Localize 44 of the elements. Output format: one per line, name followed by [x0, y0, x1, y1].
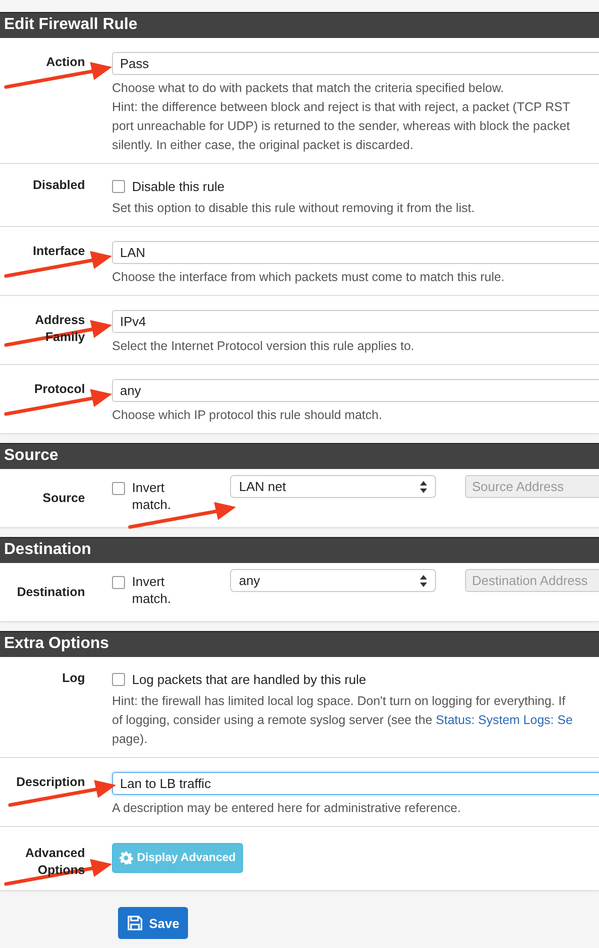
field-label: Source — [42, 490, 85, 507]
help-text: Hint: the firewall has limited local log space. Don't turn on logging for everything. If — [112, 694, 566, 708]
help-text: Hint: the difference between block and reject is that with reject, a packet (TCP RST — [112, 100, 570, 114]
help-text: of logging, consider using a remote syslog server (see the — [112, 713, 434, 727]
field-label: Protocol — [33, 381, 85, 398]
checkbox-label[interactable]: Disable this rule — [132, 178, 224, 194]
help-text: A description may be entered here for administrative reference. — [112, 801, 461, 815]
save-button[interactable]: Save — [118, 907, 188, 939]
field-label: Log — [61, 670, 85, 687]
help-text: Set this option to disable this rule without removing it from the list. — [112, 201, 475, 215]
dropdown[interactable]: any — [112, 379, 599, 402]
dropdown[interactable]: any — [230, 569, 436, 592]
text-input[interactable]: Lan to LB traffic — [112, 772, 599, 795]
dropdown[interactable]: LAN — [112, 241, 599, 264]
section-header: Source — [0, 443, 599, 469]
checkbox-label[interactable]: Invert match. — [132, 573, 192, 607]
help-text: port unreachable for UDP) is returned to the sender, whereas with block the packet — [112, 119, 570, 133]
help-text: Choose the interface from which packets must come to match this rule. — [112, 270, 505, 284]
checkbox[interactable] — [112, 672, 125, 686]
gear-icon — [119, 851, 133, 865]
section-header: Destination — [0, 537, 599, 563]
field-label: Description — [15, 774, 85, 791]
help-text: Select the Internet Protocol version this rule applies to. — [112, 339, 414, 353]
field-label: Interface — [32, 243, 85, 260]
dropdown[interactable]: Pass — [112, 52, 599, 75]
section-header: Extra Options — [0, 631, 599, 657]
up-down-caret-icon — [420, 480, 427, 492]
field-label: Disabled — [32, 177, 85, 194]
help-text: silently. In either case, the original packet is discarded. — [112, 138, 414, 152]
field-label: Destination — [16, 584, 85, 601]
section-header: Edit Firewall Rule — [0, 12, 599, 38]
dropdown[interactable]: LAN net — [230, 475, 436, 498]
checkbox[interactable] — [112, 180, 125, 192]
up-down-caret-icon — [420, 574, 427, 586]
field-label: Action — [45, 54, 85, 71]
help-text: page). — [112, 732, 148, 746]
link[interactable]: Status: System Logs: Se — [436, 713, 573, 727]
checkbox-label[interactable]: Log packets that are handled by this rule — [132, 672, 366, 686]
dropdown[interactable]: IPv4 — [112, 310, 599, 333]
checkbox[interactable] — [112, 576, 125, 589]
checkbox-label[interactable]: Invert match. — [132, 479, 192, 513]
checkbox[interactable] — [112, 482, 125, 495]
help-text: Choose what to do with packets that match the criteria specified below. — [112, 81, 504, 95]
help-text: Choose which IP protocol this rule should match. — [112, 408, 382, 422]
